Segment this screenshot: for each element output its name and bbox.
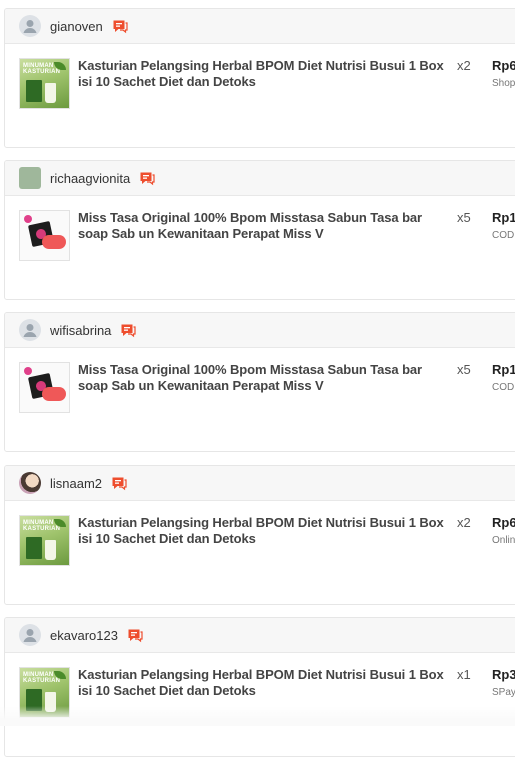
- bottom-fade: [0, 706, 515, 726]
- glass-icon: [45, 540, 56, 560]
- payment-method: COD: [492, 230, 515, 241]
- order-price: Rp1: [492, 362, 515, 377]
- product-quantity: x2: [457, 58, 471, 73]
- buyer-username[interactable]: wifisabrina: [50, 323, 111, 338]
- order-body: MINUMAN KASTURIAN Kasturian Pelangsing H…: [5, 44, 515, 109]
- order-body: MINUMAN KASTURIAN Kasturian Pelangsing H…: [5, 501, 515, 566]
- soap-bar: [42, 387, 66, 401]
- buyer-username[interactable]: gianoven: [50, 19, 103, 34]
- order-card: gianoven MINUMAN KASTURIAN Kasturian Pel…: [4, 8, 515, 148]
- chat-icon[interactable]: [139, 170, 155, 186]
- order-card: lisnaam2 MINUMAN KASTURIAN Kasturian Pel…: [4, 465, 515, 605]
- product-thumbnail[interactable]: [19, 362, 70, 413]
- buyer-username[interactable]: richaagvionita: [50, 171, 130, 186]
- product-title[interactable]: Kasturian Pelangsing Herbal BPOM Diet Nu…: [78, 667, 453, 699]
- product-quantity: x5: [457, 362, 471, 377]
- buyer-avatar[interactable]: [19, 624, 41, 646]
- product-title[interactable]: Miss Tasa Original 100% Bpom Misstasa Sa…: [78, 362, 453, 394]
- order-card: ekavaro123 MINUMAN KASTURIAN Kasturian P…: [4, 617, 515, 757]
- flower-icon: [24, 215, 32, 223]
- product-thumbnail[interactable]: MINUMAN KASTURIAN: [19, 515, 70, 566]
- product-quantity: x2: [457, 515, 471, 530]
- chat-icon[interactable]: [120, 322, 137, 338]
- order-card: wifisabrina Miss Tasa Original 100% Bpom…: [4, 312, 515, 452]
- chat-icon[interactable]: [111, 475, 127, 491]
- product-box: [26, 80, 42, 102]
- product-quantity: x1: [457, 667, 471, 682]
- product-quantity: x5: [457, 210, 471, 225]
- product-title[interactable]: Miss Tasa Original 100% Bpom Misstasa Sa…: [78, 210, 453, 242]
- order-card: richaagvionita Miss Tasa Original 100% B…: [4, 160, 515, 300]
- buyer-avatar[interactable]: [19, 167, 41, 189]
- product-box: [26, 537, 42, 559]
- buyer-avatar[interactable]: [19, 319, 41, 341]
- buyer-username[interactable]: lisnaam2: [50, 476, 102, 491]
- product-thumbnail[interactable]: [19, 210, 70, 261]
- chat-icon[interactable]: [112, 18, 128, 34]
- buyer-avatar[interactable]: [19, 472, 41, 494]
- soap-bar: [42, 235, 66, 249]
- product-title[interactable]: Kasturian Pelangsing Herbal BPOM Diet Nu…: [78, 515, 453, 547]
- payment-method: Shop: [492, 78, 515, 89]
- order-body: MINUMAN KASTURIAN Kasturian Pelangsing H…: [5, 653, 515, 718]
- order-price: Rp6: [492, 58, 515, 73]
- buyer-avatar[interactable]: [19, 15, 41, 37]
- order-header: wifisabrina: [5, 313, 515, 348]
- order-header: gianoven: [5, 9, 515, 44]
- product-thumbnail[interactable]: MINUMAN KASTURIAN: [19, 58, 70, 109]
- payment-method: SPay: [492, 687, 515, 698]
- order-price: Rp6: [492, 515, 515, 530]
- order-header: richaagvionita: [5, 161, 515, 196]
- glass-icon: [45, 83, 56, 103]
- chat-icon[interactable]: [127, 627, 143, 643]
- order-body: Miss Tasa Original 100% Bpom Misstasa Sa…: [5, 348, 515, 413]
- payment-method: COD: [492, 382, 515, 393]
- flower-icon: [24, 367, 32, 375]
- order-price: Rp1: [492, 210, 515, 225]
- product-title[interactable]: Kasturian Pelangsing Herbal BPOM Diet Nu…: [78, 58, 453, 90]
- order-header: ekavaro123: [5, 618, 515, 653]
- order-price: Rp3: [492, 667, 515, 682]
- order-header: lisnaam2: [5, 466, 515, 501]
- buyer-username[interactable]: ekavaro123: [50, 628, 118, 643]
- order-body: Miss Tasa Original 100% Bpom Misstasa Sa…: [5, 196, 515, 261]
- payment-method: Onlin: [492, 535, 515, 546]
